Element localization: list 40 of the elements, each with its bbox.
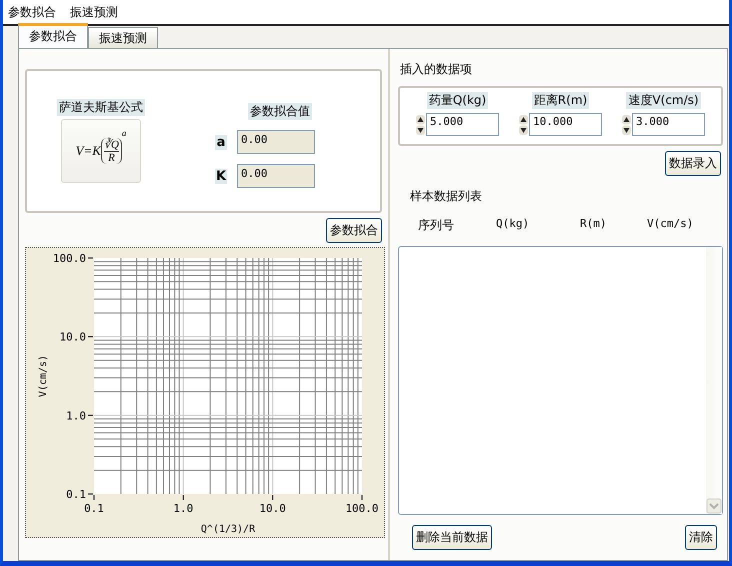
x-tick-label: 10.0 <box>259 502 286 515</box>
formula-title: 萨道夫斯基公式 <box>57 99 145 116</box>
insert-section-title: 插入的数据项 <box>400 61 473 78</box>
column-header: 序列号 <box>418 217 455 234</box>
field-label: 距离R(m) <box>532 92 590 109</box>
menu-item[interactable]: 参数拟合 <box>8 4 56 20</box>
y-axis-title: V(cm/s) <box>38 354 49 398</box>
enter-data-button[interactable]: 数据录入 <box>665 151 721 176</box>
number-input-field[interactable]: 10.000 <box>529 113 602 136</box>
spinner-arrows-icon[interactable] <box>416 114 425 134</box>
field-label: 速度V(cm/s) <box>626 92 701 109</box>
delete-current-button[interactable]: 删除当前数据 <box>412 525 492 550</box>
y-tick-label: 100.0 <box>52 252 86 265</box>
tab[interactable]: 振速预测 <box>88 27 158 48</box>
x-axis-title: Q^(1/3)/R <box>200 524 256 535</box>
number-input-field[interactable]: 3.000 <box>632 113 705 136</box>
fit-values-title: 参数拟合值 <box>248 103 312 120</box>
parameter-label: a <box>215 134 227 150</box>
y-tick-label: 1.0 <box>66 409 86 422</box>
number-input-field[interactable]: 5.000 <box>426 113 499 136</box>
column-header: V(cm/s) <box>647 217 694 232</box>
field-label: 药量Q(kg) <box>426 92 488 109</box>
parameter-label: K <box>215 168 227 184</box>
y-tick-label: 0.1 <box>66 488 86 501</box>
column-header: Q(kg) <box>496 217 530 232</box>
y-tick-label: 10.0 <box>60 330 86 344</box>
fit-button[interactable]: 参数拟合 <box>326 218 382 243</box>
spinner-arrows-icon[interactable] <box>519 114 528 134</box>
tab[interactable]: 参数拟合 <box>18 23 88 48</box>
column-header: R(m) <box>580 217 608 232</box>
menu-item[interactable]: 振速预测 <box>70 4 118 20</box>
scrollbar[interactable] <box>706 247 722 514</box>
parameter-value-field: 0.00 <box>237 130 315 154</box>
parameter-value-field: 0.00 <box>237 164 315 188</box>
x-tick-label: 0.1 <box>84 502 104 515</box>
x-tick-label: 100.0 <box>345 502 379 515</box>
sample-list-title: 样本数据列表 <box>410 188 483 205</box>
spinner-arrows-icon[interactable] <box>622 114 631 134</box>
clear-button[interactable]: 清除 <box>685 525 717 550</box>
x-tick-label: 1.0 <box>173 502 194 515</box>
